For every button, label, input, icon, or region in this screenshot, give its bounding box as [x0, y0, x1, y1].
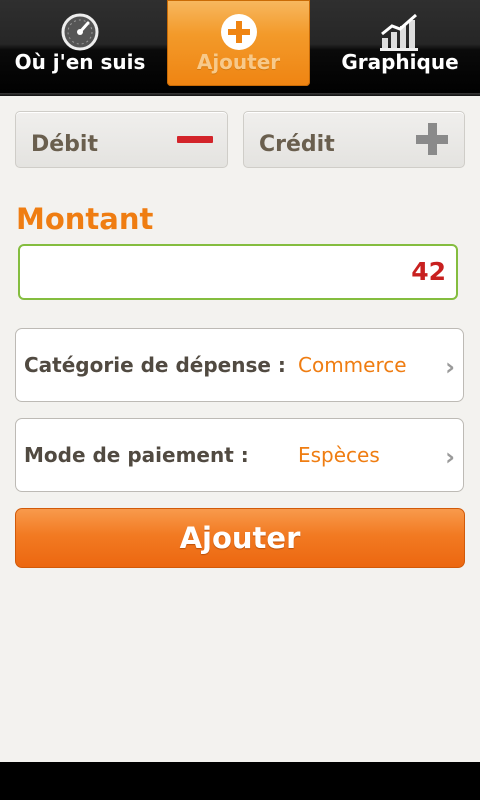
plus-icon	[416, 123, 448, 155]
top-tab-bar: Où j'en suis Ajouter Graphique	[0, 0, 480, 96]
category-selector[interactable]: Catégorie de dépense : Commerce ›	[15, 328, 464, 402]
tab-status-label: Où j'en suis	[14, 50, 146, 74]
tab-graph-label: Graphique	[341, 50, 459, 74]
chevron-right-icon: ›	[445, 443, 455, 471]
minus-icon	[177, 136, 213, 143]
credit-button[interactable]: Crédit	[243, 111, 465, 168]
payment-mode-label: Mode de paiement :	[24, 443, 249, 467]
bottom-bar	[0, 762, 480, 800]
chevron-right-icon: ›	[445, 353, 455, 381]
payment-mode-value: Espèces	[298, 443, 380, 467]
tab-status[interactable]: Où j'en suis	[0, 0, 160, 88]
category-value: Commerce	[298, 353, 407, 377]
payment-mode-selector[interactable]: Mode de paiement : Espèces ›	[15, 418, 464, 492]
amount-input[interactable]: 42	[18, 244, 458, 300]
add-button[interactable]: Ajouter	[15, 508, 465, 568]
tab-add[interactable]: Ajouter	[167, 0, 310, 86]
tab-add-label: Ajouter	[196, 50, 281, 74]
category-label: Catégorie de dépense :	[24, 353, 286, 377]
tab-graph[interactable]: Graphique	[320, 0, 480, 88]
amount-value: 42	[411, 257, 446, 286]
credit-label: Crédit	[259, 132, 335, 157]
amount-title: Montant	[16, 202, 154, 236]
debit-button[interactable]: Débit	[15, 111, 228, 168]
debit-label: Débit	[31, 132, 98, 157]
